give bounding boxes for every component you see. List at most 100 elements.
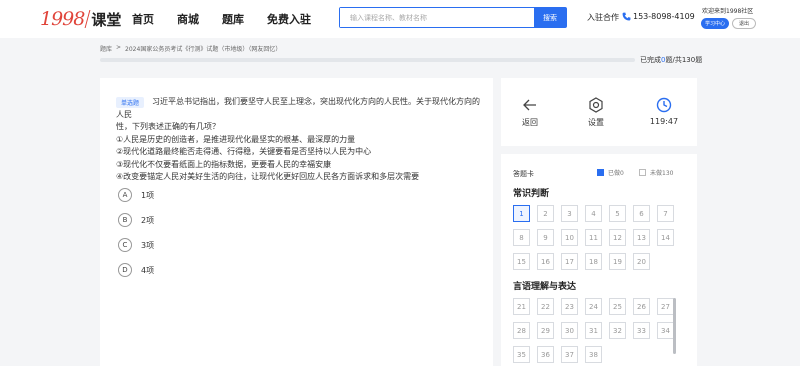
option-c[interactable]: C 3项 [118, 238, 154, 252]
question-cell-14[interactable]: 14 [657, 229, 674, 246]
question-text-line2: 性，下列表述正确的有几项？ [116, 122, 220, 131]
question-text-line1: 习近平总书记指出，我们要坚守人民至上理念，突出现代化方向的人民性。关于现代化方向… [116, 97, 480, 119]
search-bar: 搜索 [339, 7, 567, 28]
question-cell-4[interactable]: 4 [585, 205, 602, 222]
question-cell-31[interactable]: 31 [585, 322, 602, 339]
question-cell-3[interactable]: 3 [561, 205, 578, 222]
nav-free-join[interactable]: 免费入驻 [267, 11, 311, 27]
question-cell-37[interactable]: 37 [561, 346, 578, 363]
option-text: 3项 [141, 240, 155, 250]
progress-text: 已完成0题/共130题 [640, 55, 702, 65]
question-cell-11[interactable]: 11 [585, 229, 602, 246]
answer-card-title: 答题卡 [513, 170, 534, 178]
question-cell-12[interactable]: 12 [609, 229, 626, 246]
question-cell-33[interactable]: 33 [633, 322, 650, 339]
question-stem: 习近平总书记指出，我们要坚守人民至上理念，突出现代化方向的人民性。关于现代化方向… [116, 96, 482, 184]
question-cell-18[interactable]: 18 [585, 253, 602, 270]
answer-card-scrollbar[interactable] [673, 298, 676, 354]
question-cell-26[interactable]: 26 [633, 298, 650, 315]
question-cell-17[interactable]: 17 [561, 253, 578, 270]
question-cell-34[interactable]: 34 [657, 322, 674, 339]
logo-divider [84, 10, 91, 28]
progress-prefix: 已完成 [640, 56, 661, 64]
question-cell-25[interactable]: 25 [609, 298, 626, 315]
question-cell-20[interactable]: 20 [633, 253, 650, 270]
option-d[interactable]: D 4项 [118, 263, 154, 277]
question-cell-38[interactable]: 38 [585, 346, 602, 363]
logo-number: 1998 [40, 8, 85, 30]
question-item-3: ③现代化不仅要看纸面上的指标数据，更要看人民的幸福安康 [116, 159, 332, 169]
site-header: 1998 课堂 首页 商城 题库 免费入驻 搜索 入驻合作 153-8098-4… [0, 0, 800, 38]
question-cell-16[interactable]: 16 [537, 253, 554, 270]
phone-icon [622, 12, 631, 21]
question-cell-6[interactable]: 6 [633, 205, 650, 222]
option-b[interactable]: B 2项 [118, 213, 154, 227]
question-cell-8[interactable]: 8 [513, 229, 530, 246]
nav-question-bank[interactable]: 题库 [222, 11, 244, 27]
settings-button[interactable]: 设置 [571, 97, 621, 128]
option-a[interactable]: A 1项 [118, 188, 154, 202]
nav-home[interactable]: 首页 [132, 11, 154, 27]
back-button[interactable]: 返回 [505, 97, 555, 128]
question-cell-23[interactable]: 23 [561, 298, 578, 315]
timer-value: 119:47 [649, 117, 679, 126]
study-center-button[interactable]: 学习中心 [701, 18, 729, 29]
logo-text: 课堂 [91, 10, 122, 29]
question-cell-36[interactable]: 36 [537, 346, 554, 363]
clock-icon [656, 97, 672, 113]
unanswered-swatch [639, 169, 646, 176]
question-cell-32[interactable]: 32 [609, 322, 626, 339]
answered-count: 已做0 [608, 170, 624, 177]
phone-number: 153-8098-4109 [633, 12, 695, 21]
question-cell-7[interactable]: 7 [657, 205, 674, 222]
site-logo[interactable]: 1998 课堂 [40, 6, 121, 32]
back-label: 返回 [522, 118, 538, 127]
option-letter: C [118, 238, 132, 252]
answer-card: 答题卡 已做0 未做130 常识判断 言语理解与表达 1 2 3 4 5 6 7 8 9 10 11… [501, 154, 697, 366]
question-cell-15[interactable]: 15 [513, 253, 530, 270]
question-cell-2[interactable]: 2 [537, 205, 554, 222]
question-cell-1[interactable]: 1 [513, 205, 530, 222]
question-cell-9[interactable]: 9 [537, 229, 554, 246]
search-input[interactable] [340, 8, 534, 27]
answered-swatch [597, 169, 604, 176]
option-letter: D [118, 263, 132, 277]
progress-suffix: 题/共130题 [665, 56, 703, 64]
breadcrumb-current: 2024国家公务员考试《行测》试题（市地级）（网友回忆） [125, 46, 282, 53]
question-cell-10[interactable]: 10 [561, 229, 578, 246]
breadcrumb-separator: > [116, 44, 122, 51]
search-button[interactable]: 搜索 [534, 8, 566, 27]
gear-icon [589, 97, 603, 113]
option-letter: B [118, 213, 132, 227]
option-text: 2项 [141, 215, 155, 225]
question-cell-13[interactable]: 13 [633, 229, 650, 246]
option-text: 4项 [141, 265, 155, 275]
section-title-common-sense: 常识判断 [513, 189, 550, 199]
question-cell-24[interactable]: 24 [585, 298, 602, 315]
tools-panel: 返回 设置 119:47 [501, 78, 697, 146]
unanswered-count: 未做130 [650, 170, 674, 177]
question-cell-27[interactable]: 27 [657, 298, 674, 315]
logout-button[interactable]: 退出 [732, 18, 756, 29]
join-cooperation-link[interactable]: 入驻合作 [587, 12, 619, 23]
question-cell-28[interactable]: 28 [513, 322, 530, 339]
question-item-2: ②现代化道路最终能否走得通、行得稳，关键要看是否坚持以人民为中心 [116, 147, 372, 156]
nav-mall[interactable]: 商城 [177, 11, 199, 27]
main-nav: 首页 商城 题库 免费入驻 [132, 11, 334, 27]
question-cell-29[interactable]: 29 [537, 322, 554, 339]
question-cell-35[interactable]: 35 [513, 346, 530, 363]
option-text: 1项 [141, 190, 155, 200]
timer: 119:47 [639, 97, 689, 126]
phone-contact: 153-8098-4109 [622, 12, 695, 21]
question-cell-19[interactable]: 19 [609, 253, 626, 270]
question-cell-21[interactable]: 21 [513, 298, 530, 315]
question-cell-22[interactable]: 22 [537, 298, 554, 315]
breadcrumb: 题库 > 2024国家公务员考试《行测》试题（市地级）（网友回忆） [100, 44, 285, 53]
welcome-text: 欢迎来到1998社区 [702, 8, 754, 15]
question-cell-30[interactable]: 30 [561, 322, 578, 339]
question-cell-5[interactable]: 5 [609, 205, 626, 222]
question-panel: 习近平总书记指出，我们要坚守人民至上理念，突出现代化方向的人民性。关于现代化方向… [100, 78, 493, 366]
arrow-left-icon [523, 99, 536, 111]
question-item-1: ①人民是历史的创造者，是推进现代化最坚实的根基、最深厚的力量 [116, 134, 356, 144]
breadcrumb-home[interactable]: 题库 [100, 44, 112, 53]
